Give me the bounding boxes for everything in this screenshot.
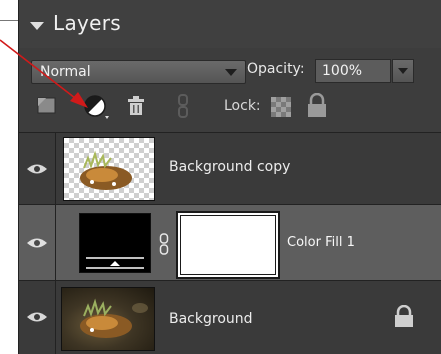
visibility-toggle[interactable] <box>19 133 56 205</box>
layer-name: Color Fill 1 <box>287 235 355 250</box>
layer-thumbnail <box>61 287 155 351</box>
lock-transparent-icon[interactable] <box>271 97 291 117</box>
fill-thumbnail <box>79 213 151 273</box>
visibility-toggle[interactable] <box>19 281 56 354</box>
lock-icon[interactable] <box>306 93 328 119</box>
triangle-down-icon[interactable] <box>30 22 44 30</box>
chevron-down-icon <box>398 68 408 74</box>
fish-thumbnail-icon <box>80 150 132 190</box>
layer-name: Background <box>169 311 253 327</box>
link-icon[interactable] <box>177 94 189 118</box>
opacity-dropdown-button[interactable] <box>392 59 414 83</box>
layer-row-background-copy[interactable]: Background copy <box>19 132 441 205</box>
blend-mode-value: Normal <box>40 64 91 80</box>
layer-row-background[interactable]: Background <box>19 280 441 354</box>
panel-title: Layers <box>53 11 121 35</box>
chevron-down-icon <box>225 69 237 76</box>
fill-adjustment-icon <box>80 254 150 272</box>
panel-header[interactable]: Layers <box>19 0 441 48</box>
fish-photo-icon <box>80 298 148 338</box>
layer-thumbnail <box>63 137 155 201</box>
eye-icon <box>27 164 47 174</box>
new-layer-icon[interactable] <box>37 95 59 117</box>
mask-link-icon[interactable] <box>159 233 169 255</box>
layer-mask-thumbnail[interactable] <box>176 211 280 279</box>
lock-label: Lock: <box>224 98 261 114</box>
eye-icon <box>27 238 47 248</box>
visibility-toggle[interactable] <box>19 205 56 281</box>
layer-row-color-fill-1[interactable]: Color Fill 1 <box>19 204 441 281</box>
trash-icon[interactable] <box>126 95 146 117</box>
adjustment-layer-icon[interactable] <box>83 94 113 122</box>
blend-mode-select[interactable]: Normal <box>31 60 246 84</box>
opacity-label: Opacity: <box>247 61 305 77</box>
layers-panel: Layers Normal Opacity: 100% Lock: Backgr… <box>18 0 441 354</box>
eye-icon <box>27 312 47 322</box>
opacity-value: 100% <box>322 63 363 79</box>
opacity-input[interactable]: 100% <box>315 59 391 83</box>
lock-icon[interactable] <box>393 305 415 329</box>
layer-name: Background copy <box>169 159 291 175</box>
